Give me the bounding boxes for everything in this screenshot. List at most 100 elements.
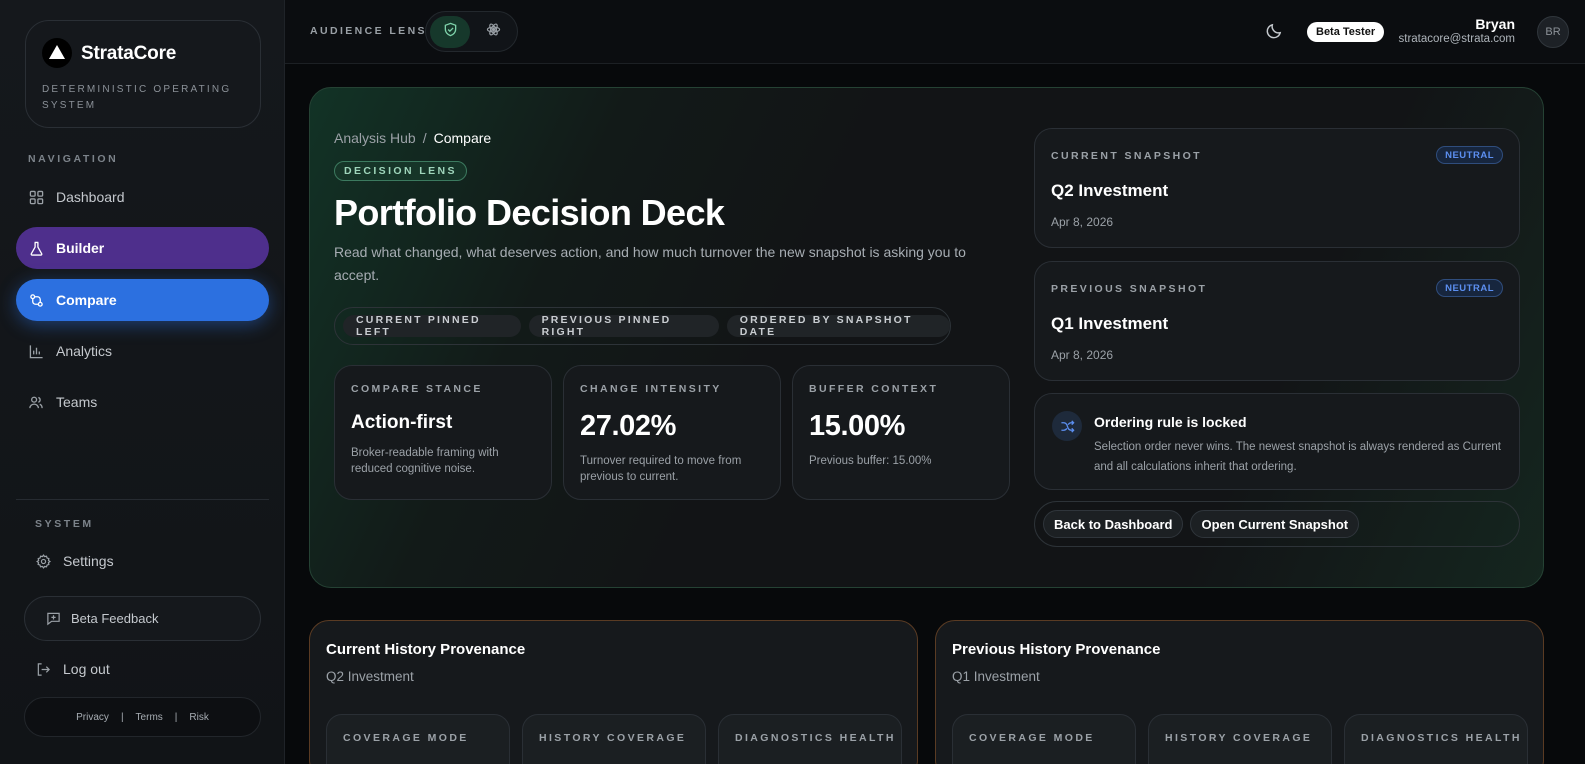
legal-links: Privacy | Terms | Risk: [24, 697, 261, 737]
legal-separator: |: [120, 711, 124, 723]
lens-atom-button[interactable]: [473, 16, 513, 48]
risk-link[interactable]: Risk: [189, 712, 208, 723]
mini-card-label: DIAGNOSTICS HEALTH: [735, 732, 896, 744]
page-description: Read what changed, what deserves action,…: [334, 244, 966, 283]
current-history-provenance: Current History Provenance Q2 Investment…: [309, 620, 918, 764]
stat-card-buffer-context: BUFFER CONTEXT 15.00% Previous buffer: 1…: [792, 365, 1010, 500]
sidebar-item-analytics[interactable]: Analytics: [16, 330, 269, 372]
sidebar-item-label: Dashboard: [56, 189, 125, 205]
mini-card-label: HISTORY COVERAGE: [1165, 732, 1313, 744]
breadcrumb-current: Compare: [433, 130, 492, 146]
snapshot-title: Q2 Investment: [1051, 181, 1169, 200]
atom-icon: [486, 22, 501, 42]
settings-label: Settings: [63, 553, 114, 569]
avatar[interactable]: BR: [1537, 16, 1569, 48]
logout-icon: [36, 662, 51, 677]
chip-previous-pinned-right: PREVIOUS PINNED RIGHT: [528, 314, 719, 338]
sidebar-item-label: Builder: [56, 240, 105, 256]
stat-description: Broker-readable framing with reduced cog…: [351, 447, 499, 475]
mini-card-label: COVERAGE MODE: [343, 732, 469, 744]
chip-current-pinned-left: CURRENT PINNED LEFT: [343, 314, 521, 338]
gear-icon: [36, 553, 51, 569]
status-badge: NEUTRAL: [1436, 279, 1503, 297]
provenance-title: Previous History Provenance: [952, 641, 1161, 658]
sidebar: StrataCore DETERMINISTIC OPERATING SYSTE…: [0, 0, 285, 764]
ordering-rule-card: Ordering rule is locked Selection order …: [1034, 393, 1520, 490]
audience-lens-toggle: [425, 11, 518, 52]
theme-toggle-moon-icon[interactable]: [1265, 22, 1283, 45]
provenance-subtitle: Q1 Investment: [952, 669, 1040, 684]
flask-icon: [28, 240, 44, 256]
previous-history-provenance: Previous History Provenance Q1 Investmen…: [935, 620, 1544, 764]
snapshot-date: Apr 8, 2026: [1051, 215, 1114, 229]
compare-icon: [28, 292, 44, 308]
breadcrumb-root[interactable]: Analysis Hub: [334, 130, 416, 146]
sidebar-item-builder[interactable]: Builder: [16, 227, 269, 269]
lens-shield-button[interactable]: [430, 16, 470, 48]
stat-card-change-intensity: CHANGE INTENSITY 27.02% Turnover require…: [563, 365, 781, 500]
message-plus-icon: [46, 611, 61, 626]
breadcrumb-separator: /: [422, 130, 427, 146]
previous-snapshot-card: PREVIOUS SNAPSHOT NEUTRAL Q1 Investment …: [1034, 261, 1520, 381]
history-coverage-card: HISTORY COVERAGE: [1148, 714, 1332, 764]
stat-label: COMPARE STANCE: [351, 383, 483, 395]
sidebar-divider: [16, 499, 269, 500]
logout-button[interactable]: Log out: [36, 661, 110, 677]
brand-subtitle: DETERMINISTIC OPERATING SYSTEM: [42, 84, 232, 111]
stat-card-compare-stance: COMPARE STANCE Action-first Broker-reada…: [334, 365, 552, 500]
page-title: Portfolio Decision Deck: [334, 192, 725, 233]
shield-check-icon: [443, 22, 458, 42]
diagnostics-health-card: DIAGNOSTICS HEALTH: [1344, 714, 1528, 764]
diagnostics-health-card: DIAGNOSTICS HEALTH: [718, 714, 902, 764]
sidebar-item-label: Compare: [56, 292, 117, 308]
stat-label: CHANGE INTENSITY: [580, 383, 722, 395]
snapshot-date: Apr 8, 2026: [1051, 348, 1114, 362]
stat-description: Turnover required to move from previous …: [580, 455, 742, 483]
snapshot-label: CURRENT SNAPSHOT: [1051, 150, 1202, 162]
nav-heading: NAVIGATION: [28, 153, 119, 165]
logout-label: Log out: [63, 661, 110, 677]
coverage-mode-card: COVERAGE MODE: [952, 714, 1136, 764]
provenance-title: Current History Provenance: [326, 641, 526, 658]
privacy-link[interactable]: Privacy: [76, 712, 109, 723]
sidebar-item-label: Analytics: [56, 343, 113, 359]
open-current-snapshot-button[interactable]: Open Current Snapshot: [1190, 510, 1360, 538]
decision-deck-hero: Analysis Hub / Compare DECISION LENS Portf…: [309, 87, 1544, 588]
brand-logo-icon: [42, 38, 72, 68]
beta-tester-badge: Beta Tester: [1307, 22, 1385, 42]
stat-value: 27.02%: [580, 410, 676, 442]
coverage-mode-card: COVERAGE MODE: [326, 714, 510, 764]
stat-value: Action-first: [351, 412, 453, 433]
current-snapshot-card: CURRENT SNAPSHOT NEUTRAL Q2 Investment A…: [1034, 128, 1520, 248]
users-icon: [28, 394, 44, 410]
chip-ordered-by-date: ORDERED BY SNAPSHOT DATE: [726, 314, 950, 338]
terms-link[interactable]: Terms: [136, 712, 163, 723]
snapshot-title: Q1 Investment: [1051, 314, 1169, 333]
stat-label: BUFFER CONTEXT: [809, 383, 939, 395]
topbar: AUDIENCE LENS Beta Tester Bryan strataco…: [285, 0, 1585, 64]
system-heading: SYSTEM: [35, 518, 94, 530]
user-email: stratacore@strata.com: [1398, 33, 1516, 45]
mini-card-label: DIAGNOSTICS HEALTH: [1361, 732, 1522, 744]
sidebar-item-dashboard[interactable]: Dashboard: [16, 176, 269, 218]
sidebar-item-compare[interactable]: Compare: [16, 279, 269, 321]
audience-lens-label: AUDIENCE LENS: [310, 25, 427, 37]
decision-lens-pill: DECISION LENS: [334, 161, 467, 181]
grid-icon: [28, 189, 44, 205]
app-root: StrataCore DETERMINISTIC OPERATING SYSTE…: [0, 0, 1585, 764]
back-to-dashboard-button[interactable]: Back to Dashboard: [1043, 510, 1184, 538]
shuffle-icon: [1052, 411, 1082, 441]
legal-separator: |: [174, 711, 178, 723]
brand-card[interactable]: StrataCore DETERMINISTIC OPERATING SYSTE…: [25, 20, 261, 128]
bar-chart-icon: [28, 343, 44, 359]
history-coverage-card: HISTORY COVERAGE: [522, 714, 706, 764]
sidebar-item-teams[interactable]: Teams: [16, 381, 269, 423]
status-badge: NEUTRAL: [1436, 146, 1503, 164]
breadcrumb: Analysis Hub / Compare: [334, 130, 491, 146]
beta-feedback-button[interactable]: Beta Feedback: [24, 596, 261, 641]
stat-description: Previous buffer: 15.00%: [809, 455, 932, 467]
user-name: Bryan: [1475, 16, 1515, 32]
mini-card-label: COVERAGE MODE: [969, 732, 1095, 744]
sidebar-item-settings[interactable]: Settings: [36, 553, 114, 569]
rule-description: Selection order never wins. The newest s…: [1094, 441, 1501, 473]
